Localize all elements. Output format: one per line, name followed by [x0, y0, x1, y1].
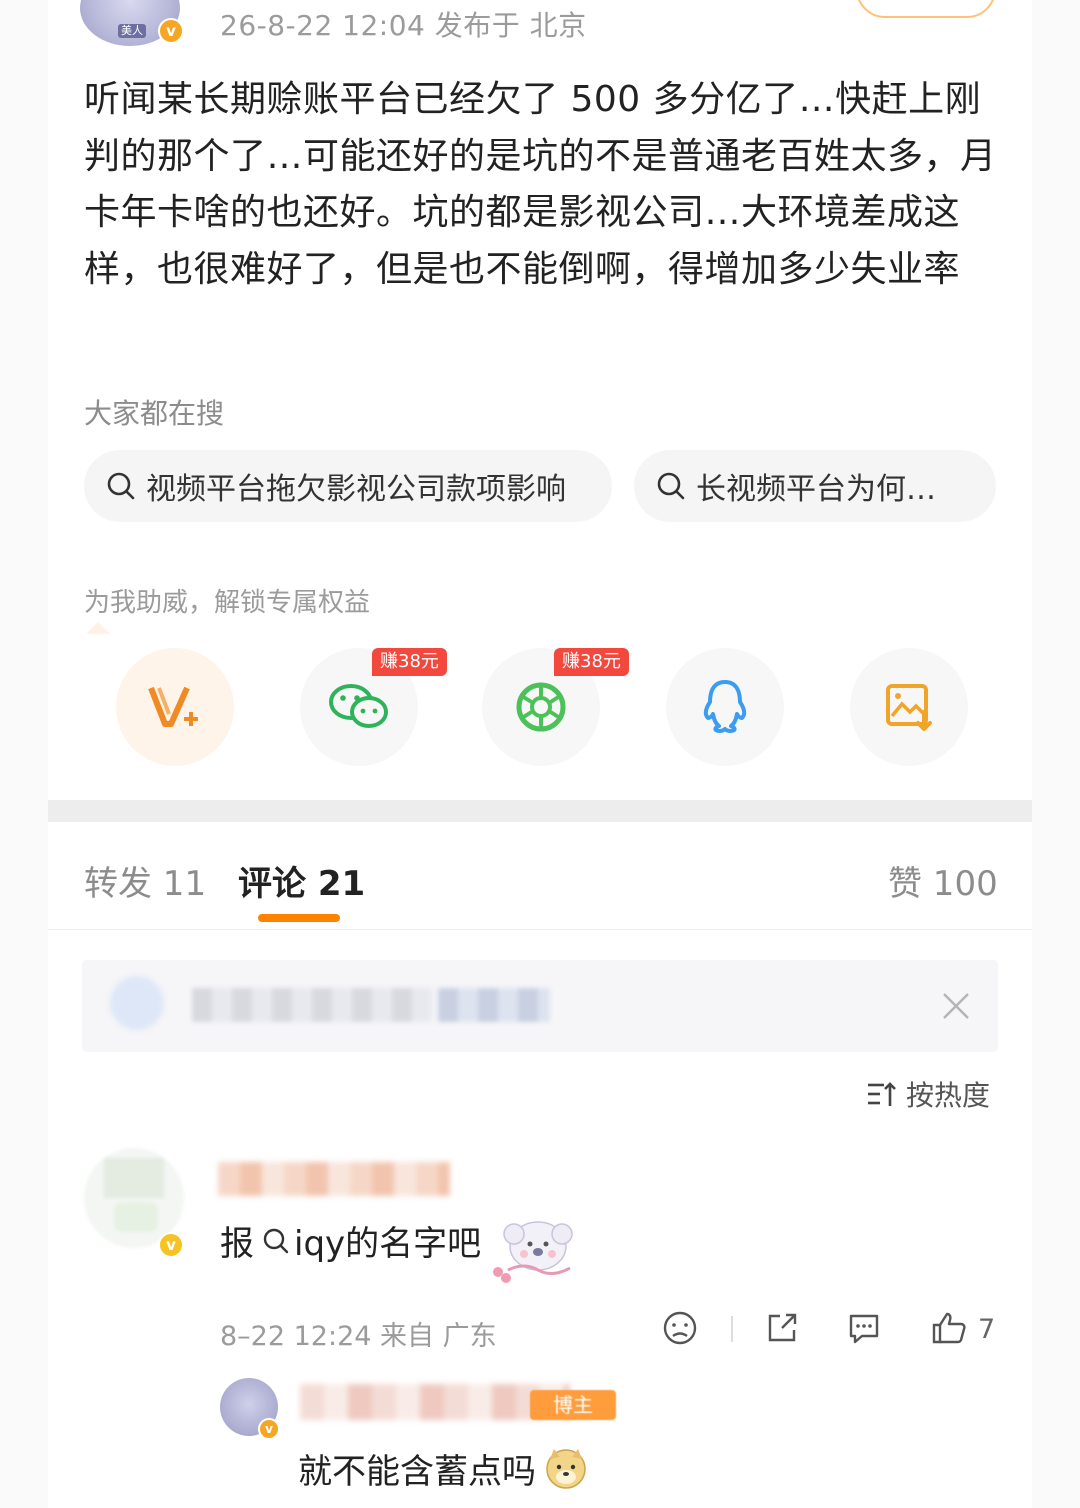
search-chip-2-label: 长视频平台为何…: [696, 472, 936, 507]
doge-emoji-icon: [546, 1448, 586, 1489]
tab-comment[interactable]: 评论 21: [238, 856, 365, 905]
comment-text: 报 iqy的名字吧: [220, 1216, 481, 1265]
search-chip-2[interactable]: 长视频平台为何…: [634, 450, 996, 522]
reply-icon[interactable]: [846, 1310, 882, 1346]
save-image-share-button[interactable]: [850, 648, 968, 766]
sort-by-hot-button[interactable]: 按热度: [866, 1074, 990, 1114]
search-chip-1-label: 视频平台拖欠影视公司款项影响: [146, 472, 566, 507]
tab-like[interactable]: 赞 100: [888, 856, 998, 905]
detail-tabs: 转发 11 评论 21 赞 100: [48, 822, 1032, 930]
search-icon: [107, 472, 135, 500]
weibo-post-page: 美人 v 26-8-22 12:04 发布于 北京 听闻某长期赊账平台已经欠了 …: [0, 0, 1080, 1508]
post-body-text: 听闻某长期赊账平台已经欠了 500 多分亿了…快赶上刚判的那个了…可能还好的是坑…: [84, 79, 997, 290]
comment-text-suffix: iqy的名字吧: [294, 1224, 482, 1264]
search-link-icon[interactable]: [262, 1227, 290, 1255]
close-icon[interactable]: [938, 988, 974, 1024]
blurred-notice-banner[interactable]: [82, 960, 998, 1052]
active-tab-indicator: [258, 914, 340, 922]
sort-label: 按热度: [906, 1079, 991, 1112]
like-icon[interactable]: [930, 1310, 968, 1346]
section-separator: [48, 800, 1032, 822]
search-icon: [657, 472, 685, 500]
comments-section: 按热度 v 报 iqy的名字吧 8–22 12:24 来自 广东 7 v 博主 …: [48, 930, 1032, 1508]
op-badge: 博主: [530, 1390, 616, 1420]
share-icon[interactable]: [764, 1310, 800, 1346]
reply-text: 就不能含蓄点吗: [298, 1444, 588, 1493]
unlock-benefits-text: 为我助威，解锁专属权益: [84, 588, 371, 618]
wechat-earn-badge: 赚38元: [372, 648, 447, 676]
author-avatar-tag: 美人: [118, 24, 146, 38]
save-image-icon: [886, 684, 932, 731]
reply-text-content: 就不能含蓄点吗: [298, 1452, 536, 1492]
tooltip-pointer: [86, 622, 110, 634]
notice-redacted-link: [438, 988, 550, 1022]
comment-text-prefix: 报: [220, 1224, 254, 1264]
koala-sticker-icon: [493, 1221, 573, 1283]
comment-meta: 8–22 12:24 来自 广东: [220, 1321, 497, 1352]
moments-icon: [516, 682, 566, 732]
commenter-name-redacted[interactable]: [218, 1162, 450, 1196]
notice-redacted-text: [192, 988, 432, 1022]
reply-verified-badge-icon: v: [258, 1418, 280, 1440]
qq-icon: [703, 680, 747, 733]
share-row: 赚38元 赚38元: [84, 648, 984, 778]
search-chip-1[interactable]: 视频平台拖欠影视公司款项影响: [84, 450, 612, 522]
vplus-icon: [148, 686, 198, 727]
trending-search-title: 大家都在搜: [84, 397, 225, 430]
verified-badge-icon: v: [158, 18, 184, 44]
dislike-face-icon[interactable]: [662, 1310, 698, 1346]
sort-icon: [868, 1082, 896, 1106]
action-divider: [731, 1316, 733, 1342]
vplus-share-button[interactable]: [116, 648, 234, 766]
like-count: 7: [978, 1314, 996, 1345]
tab-repost[interactable]: 转发 11: [84, 856, 206, 905]
commenter-badge-icon: v: [158, 1232, 184, 1258]
wechat-icon: [329, 684, 388, 728]
follow-button[interactable]: [856, 0, 996, 18]
notice-avatar: [110, 976, 164, 1030]
moments-earn-badge: 赚38元: [554, 648, 629, 676]
post-meta: 26-8-22 12:04 发布于 北京: [220, 9, 587, 42]
qq-share-button[interactable]: [666, 648, 784, 766]
